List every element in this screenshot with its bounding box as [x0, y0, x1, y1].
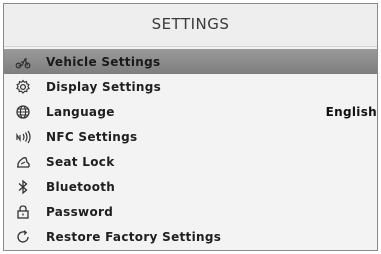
menu-item-display-settings[interactable]: Display Settings [4, 74, 377, 99]
menu-item-seat-lock[interactable]: Seat Lock [4, 149, 377, 174]
bluetooth-icon [14, 178, 32, 196]
menu-item-password[interactable]: Password [4, 199, 377, 224]
scooter-icon [14, 53, 32, 71]
menu-item-label: NFC Settings [46, 129, 138, 144]
nfc-icon [14, 128, 32, 146]
language-value: English [325, 104, 377, 119]
menu-item-restore-factory-settings[interactable]: Restore Factory Settings [4, 224, 377, 249]
menu-item-label: Password [46, 204, 114, 219]
menu-item-vehicle-settings[interactable]: Vehicle Settings [4, 49, 377, 74]
menu-item-nfc-settings[interactable]: NFC Settings [4, 124, 377, 149]
menu-item-bluetooth[interactable]: Bluetooth [4, 174, 377, 199]
menu-item-label: Vehicle Settings [46, 54, 161, 69]
settings-menu: Vehicle Settings Display Settings Langua… [4, 49, 377, 249]
menu-item-label: Bluetooth [46, 179, 116, 194]
menu-item-label: Restore Factory Settings [46, 229, 222, 244]
menu-item-label: Display Settings [46, 79, 162, 94]
settings-window: SETTINGS Vehicle Settings Display Settin… [3, 3, 378, 251]
header-bar: SETTINGS [4, 4, 377, 47]
menu-item-language[interactable]: Language English [4, 99, 377, 124]
lock-icon [14, 203, 32, 221]
menu-item-label: Seat Lock [46, 154, 115, 169]
gear-icon [14, 78, 32, 96]
restore-icon [14, 228, 32, 246]
page-title: SETTINGS [151, 15, 230, 33]
globe-icon [14, 103, 32, 121]
menu-item-label: Language [46, 104, 115, 119]
seat-icon [14, 153, 32, 171]
